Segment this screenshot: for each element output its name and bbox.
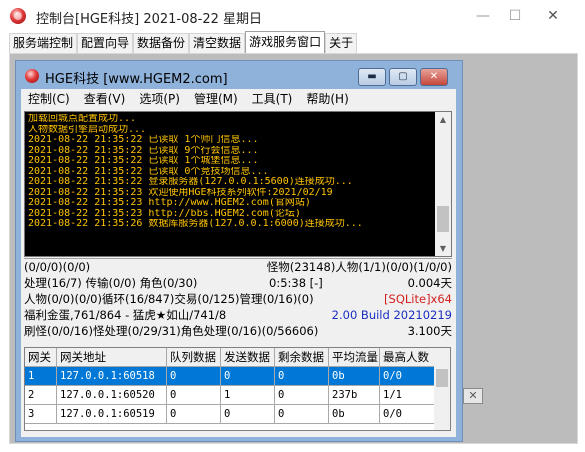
app-logo-icon (10, 8, 26, 24)
cell: 0 (167, 405, 221, 424)
log-line: 2021-08-22 21:35:22 登录服务器(127.0.0.1:5600… (28, 177, 353, 187)
table-scrollbar[interactable] (434, 347, 451, 431)
cell: 2 (25, 386, 57, 405)
col-address[interactable]: 网关地址 (57, 348, 167, 367)
cell: 0 (275, 367, 329, 386)
cell: 1/1 (380, 386, 435, 405)
log-console[interactable]: 加载回城点配置成功... 人物数据引擎启动成功... 2021-08-22 21… (24, 111, 452, 257)
cell: 0b (329, 405, 380, 424)
client-area: 加载回城点配置成功... 人物数据引擎启动成功... 2021-08-22 21… (21, 109, 456, 437)
scroll-up-icon[interactable]: ▲ (435, 112, 451, 127)
scroll-down-icon[interactable]: ▼ (435, 241, 451, 256)
col-max-players[interactable]: 最高人数 (380, 348, 435, 367)
log-scrollbar[interactable]: ▲ ▼ (435, 112, 451, 256)
cell: 0 (275, 386, 329, 405)
tab-bar: 服务端控制 配置向导 数据备份 清空数据 游戏服务窗口 关于 (9, 31, 358, 53)
status-total-days: 3.100天 (407, 324, 452, 338)
status-spawn: 刷怪(0/0/16)怪处理(0/29/31)角色处理(0/16)(0/56606… (24, 324, 319, 338)
cell: 0 (221, 367, 275, 386)
table-row[interactable]: 1 127.0.0.1:60518 0 0 0 0b 0/0 (25, 367, 435, 386)
col-queue[interactable]: 队列数据 (167, 348, 221, 367)
cell: 127.0.0.1:60519 (57, 405, 167, 424)
cell: 3 (25, 405, 57, 424)
status-monsters-players: 怪物(23148)人物(1/1)(0/0)(1/0/0) (266, 260, 452, 274)
status-uptime: 0:5:38 [-] (269, 276, 323, 290)
tab-clear-data[interactable]: 清空数据 (189, 33, 246, 53)
outer-title-bar: 控制台[HGE科技] 2021-08-22 星期日 — ☐ ✕ (0, 0, 585, 32)
divider (24, 258, 452, 259)
table-row[interactable]: 3 127.0.0.1:60519 0 0 0 0b 0/0 (25, 405, 435, 424)
log-line: 2021-08-22 21:35:22 已读取 0个竞技场信息... (28, 166, 269, 177)
menu-manage[interactable]: 管理(M) (187, 89, 245, 109)
log-line: 2021-08-22 21:35:22 已读取 1个城堡信息... (28, 156, 259, 166)
log-line: 加载回城点配置成功... (28, 114, 137, 124)
cell: 0b (329, 367, 380, 386)
cell: 1 (221, 386, 275, 405)
col-remaining[interactable]: 剩余数据 (275, 348, 329, 367)
inner-window-title: HGE科技 [www.HGEM2.com] (45, 72, 228, 87)
status-days: 0.004天 (407, 276, 452, 290)
log-line: 2021-08-22 21:35:23 欢迎使用HGE科技系列软件:2021/0… (28, 187, 333, 198)
log-lines: 加载回城点配置成功... 人物数据引擎启动成功... 2021-08-22 21… (28, 114, 433, 230)
status-counters: (0/0/0)(0/0) (24, 260, 91, 274)
cell: 0/0 (380, 405, 435, 424)
menu-help[interactable]: 帮助(H) (299, 89, 355, 109)
cell: 0 (221, 405, 275, 424)
status-process: 处理(16/7) 传输(0/0) 角色(0/30) (24, 276, 198, 290)
table-scroll-thumb[interactable] (436, 369, 448, 387)
log-line: 2021-08-22 21:35:22 已读取 9个行会信息... (28, 145, 259, 156)
tab-about[interactable]: 关于 (325, 33, 358, 53)
close-button[interactable]: ✕ (530, 0, 576, 32)
menu-bar: 控制(C) 查看(V) 选项(P) 管理(M) 工具(T) 帮助(H) (21, 89, 456, 109)
status-loops: 人物(0/0)(0/0)循环(16/847)交易(0/125)管理(0/16)(… (24, 292, 314, 306)
menu-control[interactable]: 控制(C) (21, 89, 77, 109)
inner-minimize-button[interactable]: ▬ (358, 68, 386, 86)
tab-config-wizard[interactable]: 配置向导 (77, 33, 134, 53)
log-line: 2021-08-22 21:35:23 http://bbs.HGEM2.com… (28, 208, 301, 219)
status-player-info: 福利金蛋,761/864 - 猛虎★如山/741/8 (24, 308, 227, 322)
menu-view[interactable]: 查看(V) (77, 89, 133, 109)
status-db-type: [SQLite]x64 (384, 292, 452, 306)
cell: 1 (25, 367, 57, 386)
log-line: 人物数据引擎启动成功... (28, 124, 147, 135)
cell: 127.0.0.1:60520 (57, 386, 167, 405)
menu-options[interactable]: 选项(P) (132, 89, 187, 109)
col-avg-traffic[interactable]: 平均流量 (329, 348, 380, 367)
cell: 237b (329, 386, 380, 405)
log-scroll-thumb[interactable] (437, 206, 449, 232)
tab-game-service-window[interactable]: 游戏服务窗口 (245, 31, 326, 53)
cell: 0 (167, 367, 221, 386)
log-line: 2021-08-22 21:35:23 http://www.HGEM2.com… (28, 198, 311, 208)
game-server-window: HGE科技 [www.HGEM2.com] ▬ ▢ ✕ 控制(C) 查看(V) … (15, 60, 463, 442)
inner-title-bar: HGE科技 [www.HGEM2.com] ▬ ▢ ✕ (16, 61, 462, 89)
inner-close-button[interactable]: ✕ (420, 68, 448, 86)
menu-tools[interactable]: 工具(T) (245, 89, 300, 109)
outer-window-title: 控制台[HGE科技] 2021-08-22 星期日 (36, 12, 263, 27)
tab-data-backup[interactable]: 数据备份 (133, 33, 190, 53)
inner-maximize-button[interactable]: ▢ (389, 68, 417, 86)
cell: 0 (275, 405, 329, 424)
status-build: 2.00 Build 20210219 (331, 308, 452, 322)
table-row[interactable]: 2 127.0.0.1:60520 0 1 0 237b 1/1 (25, 386, 435, 405)
col-sent[interactable]: 发送数据 (221, 348, 275, 367)
log-line: 2021-08-22 21:35:26 数据库服务器(127.0.0.1:600… (28, 219, 363, 229)
app-logo-icon (25, 69, 39, 83)
cell: 0/0 (380, 367, 435, 386)
log-line: 2021-08-22 21:35:22 已读取 1个师门信息... (28, 135, 259, 145)
panel-close-button[interactable]: ✕ (463, 388, 483, 404)
gateway-table: 网关 网关地址 队列数据 发送数据 剩余数据 平均流量 最高人数 1 127.0… (24, 347, 436, 431)
table-header: 网关 网关地址 队列数据 发送数据 剩余数据 平均流量 最高人数 (25, 348, 435, 367)
cell: 127.0.0.1:60518 (57, 367, 167, 386)
cell: 0 (167, 386, 221, 405)
tab-server-control[interactable]: 服务端控制 (9, 33, 78, 53)
col-gateway[interactable]: 网关 (25, 348, 57, 367)
